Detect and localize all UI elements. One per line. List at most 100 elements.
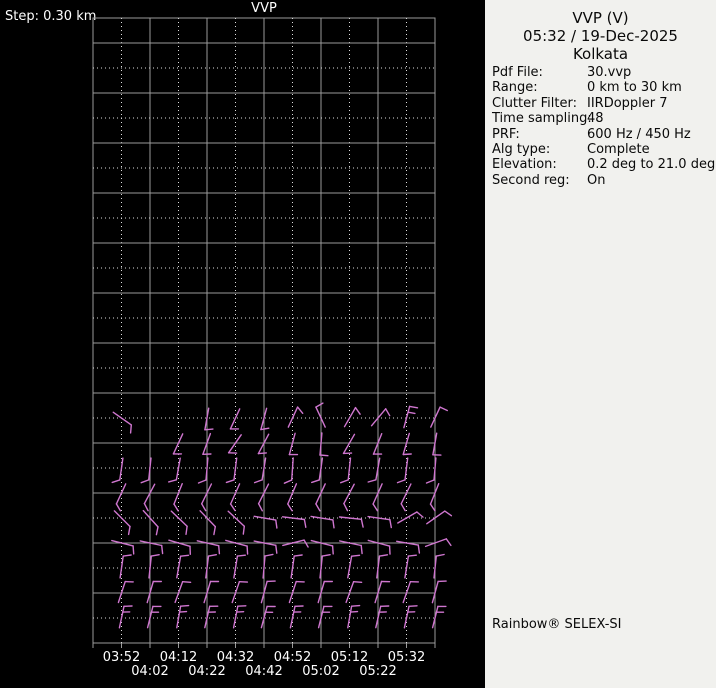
wind-barb-segment <box>408 412 415 413</box>
panel-site-name: Kolkata <box>485 45 716 63</box>
wind-barb-segment <box>386 409 390 416</box>
info-field-value: 48 <box>587 111 604 126</box>
wind-barb-segment <box>434 458 436 480</box>
x-axis-label: 04:42 <box>242 665 286 679</box>
wind-barb-segment <box>446 539 451 546</box>
wind-barb-segment <box>263 556 265 578</box>
wind-barb-segment <box>351 612 358 613</box>
wind-barb-segment <box>390 520 391 528</box>
panel-datetime: 05:32 / 19-Dec-2025 <box>485 27 716 45</box>
panel-footer-brand: Rainbow® SELEX-SI <box>492 617 622 632</box>
wind-barb-segment <box>143 511 158 527</box>
info-field-row: Range:0 km to 30 km <box>485 80 716 95</box>
wind-barb-segment <box>398 512 417 523</box>
panel-product-title: VVP (V) <box>485 9 716 27</box>
wind-barb-segment <box>320 433 322 455</box>
wind-barb-segment <box>230 409 239 429</box>
wind-barb-segment <box>228 511 244 526</box>
wind-barb-segment <box>284 480 291 483</box>
wind-barb-segment <box>209 555 217 556</box>
x-axis-label: 04:52 <box>271 651 315 665</box>
wind-barb-segment <box>417 512 423 517</box>
wind-barb-segment <box>113 412 131 425</box>
wind-barb-segment <box>177 606 181 628</box>
info-field-label: Clutter Filter: <box>492 96 587 111</box>
wind-barb-segment <box>401 504 405 511</box>
x-axis-label: 03:52 <box>100 651 144 665</box>
wind-barb-segment <box>356 408 361 415</box>
wind-barb-segment <box>289 582 296 603</box>
wind-barb-segment <box>181 555 189 556</box>
wind-barb-segment <box>118 582 125 603</box>
wind-barb-segment <box>112 480 120 483</box>
wind-barb-segment <box>226 480 234 483</box>
wind-barb-segment <box>346 582 354 603</box>
info-field-label: Time sampling: <box>492 111 587 126</box>
wind-barb-segment <box>403 454 411 455</box>
x-axis-label: 04:02 <box>128 665 172 679</box>
wind-barb-segment <box>144 504 148 511</box>
wind-barb-segment <box>294 555 302 556</box>
wind-barb-segment <box>320 455 328 456</box>
info-field-row: Alg type:Complete <box>485 142 716 157</box>
wind-barb-segment <box>427 511 445 524</box>
info-field-value: 0 km to 30 km <box>587 80 682 95</box>
wind-barb-segment <box>298 407 303 413</box>
wind-barb-segment <box>255 480 263 483</box>
wind-barb-segment <box>206 458 208 480</box>
x-axis-label: 05:32 <box>385 651 429 665</box>
wind-barb-segment <box>289 433 295 454</box>
info-field-value: 0.2 deg to 21.0 deg <box>587 157 715 172</box>
wind-barb-segment <box>408 555 416 556</box>
wind-barb-segment <box>372 409 386 426</box>
wind-barb-segment <box>229 435 242 453</box>
wind-barb-segment <box>202 504 206 511</box>
info-field-value: 600 Hz / 450 Hz <box>587 127 691 142</box>
wind-barb-segment <box>348 458 350 480</box>
wind-barb-segment <box>129 527 130 535</box>
wind-barb-segment <box>232 582 239 603</box>
wind-barb-segment <box>181 606 189 607</box>
wind-barb-segment <box>445 511 452 516</box>
wind-barb-segment <box>186 526 187 534</box>
wind-barb-segment <box>431 504 435 511</box>
wind-barb-segment <box>312 480 320 483</box>
wind-barb-segment <box>258 453 266 454</box>
wind-barb-segment <box>398 480 406 483</box>
info-field-label: Range: <box>492 80 587 95</box>
wind-barb-segment <box>234 458 237 480</box>
wind-barb-segment <box>261 428 269 429</box>
wind-barb-segment <box>409 606 417 607</box>
plot-title: VVP <box>93 1 435 16</box>
wind-barb-segment <box>176 458 180 480</box>
wind-barb-segment <box>368 517 390 520</box>
wind-barb-segment <box>440 407 447 410</box>
wind-barb-segment <box>404 606 409 628</box>
wind-barb-segment <box>361 546 362 554</box>
wind-barb-segment <box>123 555 131 556</box>
wind-barb-segment <box>405 458 408 480</box>
wind-profile-chart <box>92 17 436 651</box>
wind-barb-segment <box>333 546 334 554</box>
info-field-row: Second reg:On <box>485 173 716 188</box>
wind-barb-segment <box>180 612 187 613</box>
info-field-label: Second reg: <box>492 173 587 188</box>
wind-barb-segment <box>174 504 178 511</box>
info-field-row: Elevation:0.2 deg to 21.0 deg <box>485 157 716 172</box>
wind-barb-segment <box>119 606 124 628</box>
wind-barb-segment <box>114 511 130 527</box>
wind-barb-segment <box>120 458 123 480</box>
wind-barb-segment <box>340 517 362 519</box>
wind-barb-segment <box>373 504 377 511</box>
wind-barb-segment <box>404 406 410 427</box>
wind-barb-segment <box>171 511 187 526</box>
wind-barb-segment <box>265 554 273 556</box>
info-field-label: Pdf File: <box>492 65 587 80</box>
wind-barb-segment <box>403 433 409 454</box>
wind-barb-segment <box>231 504 236 511</box>
info-field-value: On <box>587 173 605 188</box>
wind-barb-segment <box>214 527 215 535</box>
panel-fields: Pdf File:30.vvpRange:0 km to 30 kmClutte… <box>485 65 716 188</box>
wind-barb-segment <box>219 546 220 554</box>
wind-barb-segment <box>151 555 159 556</box>
